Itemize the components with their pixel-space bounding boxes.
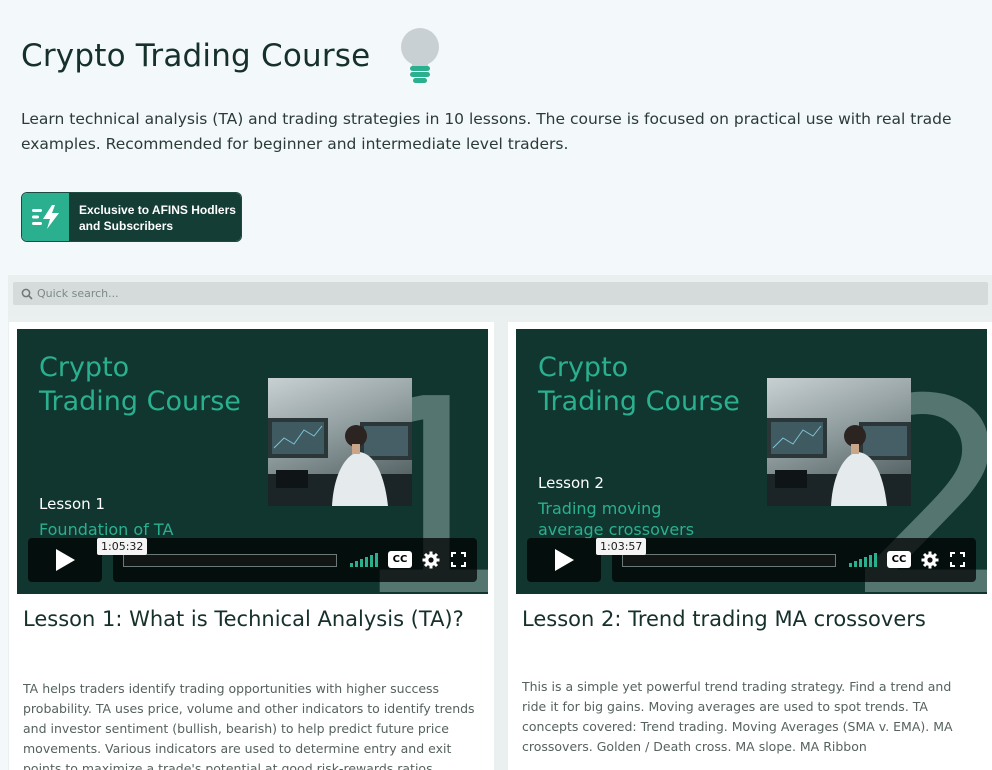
video-course-title: Crypto Trading Course: [538, 351, 740, 419]
progress-bar[interactable]: [622, 554, 836, 567]
lesson-card[interactable]: 2 Crypto Trading Course Lesson 2 Trading…: [508, 322, 992, 770]
search-input[interactable]: [37, 287, 937, 300]
video-course-title: Crypto Trading Course: [39, 351, 241, 419]
video-topic-line-2: average crossovers: [538, 520, 695, 539]
video-topic: Foundation of TA: [39, 519, 173, 540]
gear-icon[interactable]: [921, 551, 939, 569]
gear-icon[interactable]: [422, 551, 440, 569]
lesson-description: TA helps traders identify trading opport…: [23, 681, 475, 770]
lesson-description: This is a simple yet powerful trend trad…: [522, 679, 953, 754]
badge-line-2: and Subscribers: [79, 219, 174, 233]
course-description: Learn technical analysis (TA) and tradin…: [21, 110, 952, 153]
lesson-card[interactable]: 1 Crypto Trading Course Lesson 1 Foundat…: [9, 322, 494, 770]
video-course-line-1: Crypto: [538, 352, 629, 383]
trader-illustration: [268, 418, 412, 506]
progress-bar[interactable]: [123, 554, 337, 567]
cc-icon[interactable]: CC: [388, 551, 412, 568]
video-controls: CC: [113, 538, 477, 582]
lesson-title[interactable]: Lesson 1: What is Technical Analysis (TA…: [23, 604, 483, 634]
exclusive-badge[interactable]: Exclusive to AFINS Hodlers and Subscribe…: [21, 192, 242, 242]
video-course-line-1: Crypto: [39, 352, 130, 383]
lightbulb-icon: [401, 28, 439, 83]
badge-line-1: Exclusive to AFINS Hodlers: [79, 203, 236, 217]
badge-text: Exclusive to AFINS Hodlers and Subscribe…: [69, 193, 241, 241]
video-player[interactable]: 2 Crypto Trading Course Lesson 2 Trading…: [516, 329, 987, 594]
search-icon: [21, 288, 33, 300]
duration-label: 1:05:32: [97, 538, 148, 555]
video-lesson-label: Lesson 1: [39, 495, 105, 513]
search-bar[interactable]: [13, 282, 988, 305]
video-lesson-label: Lesson 2: [538, 474, 604, 492]
volume-icon[interactable]: [350, 553, 380, 567]
badge-icon-box: [22, 193, 69, 241]
duration-label: 1:03:57: [596, 538, 647, 555]
trader-photo: [767, 378, 911, 506]
lightning-icon: [31, 205, 59, 229]
video-topic-line-1: Trading moving: [538, 499, 662, 518]
play-icon: [56, 549, 75, 571]
lesson-title[interactable]: Lesson 2: Trend trading MA crossovers: [522, 604, 982, 634]
video-course-line-2: Trading Course: [538, 386, 740, 417]
page-title: Crypto Trading Course: [21, 38, 371, 74]
video-topic-line-1: Foundation of TA: [39, 520, 174, 539]
play-button[interactable]: [28, 538, 102, 582]
play-icon: [555, 549, 574, 571]
volume-icon[interactable]: [849, 553, 879, 567]
video-course-line-2: Trading Course: [39, 386, 241, 417]
video-controls: CC: [612, 538, 976, 582]
video-player[interactable]: 1 Crypto Trading Course Lesson 1 Foundat…: [17, 329, 488, 594]
video-topic: Trading moving average crossovers: [538, 498, 694, 540]
search-area: [8, 275, 992, 317]
play-button[interactable]: [527, 538, 601, 582]
trader-illustration: [767, 418, 911, 506]
cc-icon[interactable]: CC: [887, 551, 911, 568]
fullscreen-icon[interactable]: [950, 552, 965, 567]
trader-photo: [268, 378, 412, 506]
fullscreen-icon[interactable]: [451, 552, 466, 567]
